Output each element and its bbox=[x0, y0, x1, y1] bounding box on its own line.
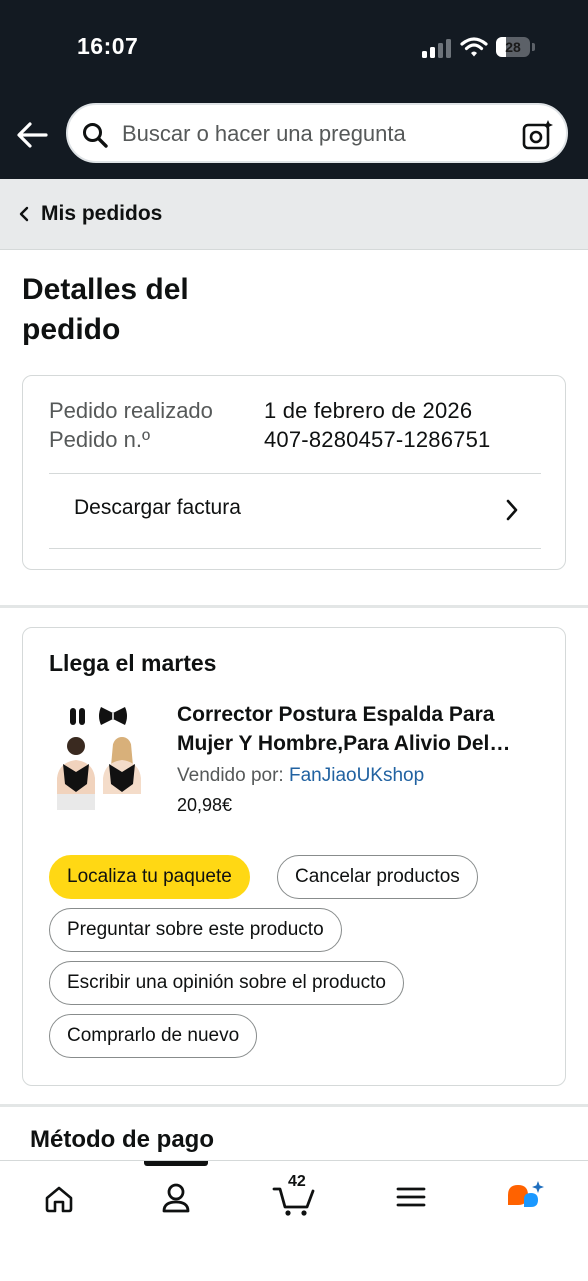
rufus-icon bbox=[508, 1181, 544, 1207]
back-arrow-icon[interactable] bbox=[16, 120, 48, 150]
cancel-items-button[interactable]: Cancelar productos bbox=[277, 855, 478, 899]
track-package-button[interactable]: Localiza tu paquete bbox=[49, 855, 250, 899]
delivery-heading: Llega el martes bbox=[49, 650, 217, 676]
seller-line: Vendido por: FanJiaoUKshop bbox=[177, 765, 424, 787]
breadcrumb[interactable]: Mis pedidos bbox=[0, 179, 588, 250]
buy-again-button[interactable]: Comprarlo de nuevo bbox=[49, 1014, 258, 1058]
cart-count-badge: 42 bbox=[288, 1173, 306, 1190]
divider bbox=[49, 548, 541, 549]
order-date-value: 1 de febrero de 2026 bbox=[264, 398, 473, 423]
search-icon bbox=[83, 123, 108, 148]
search-header: Buscar o hacer una pregunta bbox=[0, 92, 588, 179]
seller-prefix: Vendido por: bbox=[177, 765, 289, 786]
active-tab-indicator bbox=[144, 1161, 208, 1166]
delivery-card: Llega el martes Corrector Postura Espald… bbox=[22, 627, 566, 1086]
bottom-navigation: 42 bbox=[0, 1160, 588, 1281]
status-time: 16:07 bbox=[77, 33, 139, 59]
home-tab[interactable] bbox=[44, 1175, 104, 1219]
battery-level: 28 bbox=[505, 39, 521, 55]
order-number-value: 407-8280457-1286751 bbox=[264, 427, 491, 452]
chevron-left-icon bbox=[19, 206, 29, 222]
product-price: 20,98€ bbox=[177, 795, 233, 815]
battery-icon: 28 bbox=[496, 37, 536, 58]
section-divider bbox=[0, 1104, 588, 1107]
seller-link[interactable]: FanJiaoUKshop bbox=[289, 765, 424, 786]
status-bar: 16:07 28 bbox=[0, 0, 588, 92]
search-placeholder: Buscar o hacer una pregunta bbox=[122, 121, 406, 146]
breadcrumb-label[interactable]: Mis pedidos bbox=[41, 202, 162, 226]
rufus-tab[interactable] bbox=[506, 1175, 566, 1219]
section-divider bbox=[0, 605, 588, 608]
signal-icon bbox=[422, 39, 451, 58]
payment-method-heading: Método de pago bbox=[30, 1126, 214, 1153]
chevron-right-icon bbox=[506, 499, 518, 521]
page-title: Detalles del pedido bbox=[22, 273, 189, 346]
camera-lens-icon[interactable] bbox=[522, 119, 554, 151]
search-input[interactable]: Buscar o hacer una pregunta bbox=[66, 103, 568, 163]
account-tab[interactable] bbox=[160, 1175, 220, 1219]
download-invoice-label: Descargar factura bbox=[74, 496, 241, 519]
download-invoice-row[interactable]: Descargar factura bbox=[49, 474, 541, 548]
order-summary-card: Pedido realizado 1 de febrero de 2026 Pe… bbox=[22, 375, 566, 570]
home-icon bbox=[45, 1186, 73, 1213]
account-icon bbox=[162, 1183, 190, 1213]
menu-icon bbox=[396, 1187, 426, 1207]
write-review-button[interactable]: Escribir una opinión sobre el producto bbox=[49, 961, 404, 1005]
wifi-icon bbox=[460, 37, 488, 57]
product-image[interactable] bbox=[47, 700, 153, 810]
order-number-label: Pedido n.º bbox=[49, 427, 150, 452]
product-title[interactable]: Corrector Postura Espalda Para Mujer Y H… bbox=[177, 700, 542, 758]
ask-product-button[interactable]: Preguntar sobre este producto bbox=[49, 908, 342, 952]
order-date-label: Pedido realizado bbox=[49, 398, 213, 423]
menu-tab[interactable] bbox=[396, 1175, 456, 1219]
